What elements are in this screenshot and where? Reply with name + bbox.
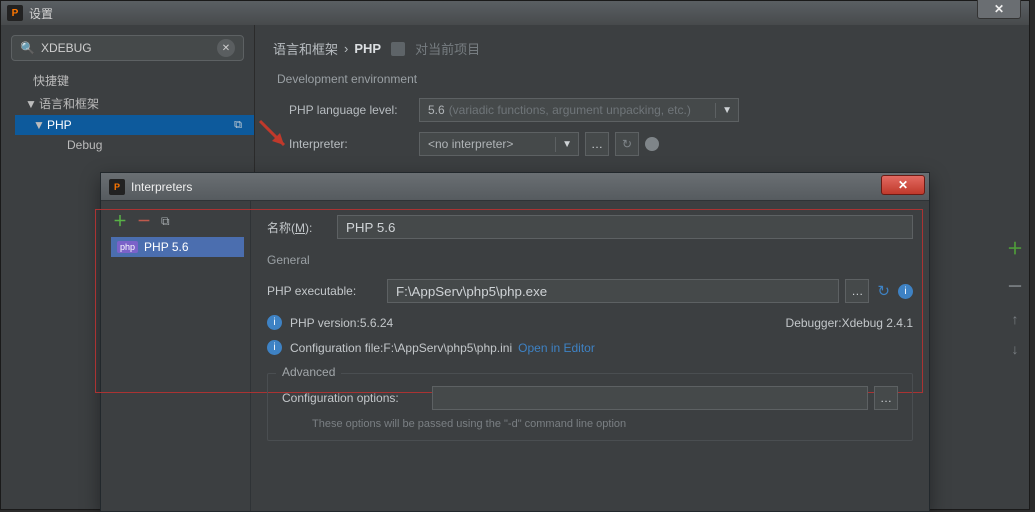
tree-item-shortcut[interactable]: 快捷键 — [15, 69, 254, 92]
lang-level-row: PHP language level: 5.6 (variadic functi… — [273, 98, 1011, 122]
settings-titlebar: P 设置 ✕ — [1, 1, 1029, 25]
php-version-line: i PHP version: 5.6.24 Debugger: Xdebug 2… — [267, 315, 913, 330]
lang-level-label: PHP language level: — [289, 103, 419, 117]
expand-icon: ▼ — [33, 118, 43, 132]
general-label: General — [267, 253, 913, 267]
advanced-label: Advanced — [276, 365, 341, 379]
version-value: 5.6.24 — [360, 316, 393, 330]
project-scope-icon — [391, 42, 405, 56]
tree-item-php[interactable]: ▼ PHP ⧉ — [15, 115, 254, 135]
remove-interpreter-icon[interactable]: － — [137, 211, 151, 231]
list-toolbar: ＋ － ⧉ — [111, 209, 250, 237]
chevron-down-icon: ▼ — [555, 137, 572, 152]
interpreter-browse-button[interactable]: … — [585, 132, 609, 156]
copy-interpreter-icon[interactable]: ⧉ — [161, 214, 170, 229]
interpreter-list-item[interactable]: php PHP 5.6 — [111, 237, 244, 257]
settings-search[interactable]: 🔍 ✕ — [11, 35, 244, 61]
name-row: 名称(M): — [267, 215, 913, 239]
tree-label: 快捷键 — [33, 72, 69, 89]
interpreter-select[interactable]: <no interpreter> ▼ — [419, 132, 579, 156]
gutter-add-icon[interactable]: ＋ — [1007, 235, 1023, 259]
config-options-label: Configuration options: — [282, 391, 432, 405]
config-options-browse-button[interactable]: … — [874, 386, 898, 410]
tree-item-lang-framework[interactable]: ▼ 语言和框架 — [15, 92, 254, 115]
add-interpreter-icon[interactable]: ＋ — [113, 211, 127, 231]
right-gutter: ＋ － ↑ ↓ — [1005, 235, 1025, 357]
info-icon — [645, 137, 659, 151]
crumb-a: 语言和框架 — [273, 39, 338, 58]
chevron-down-icon: ▼ — [715, 103, 732, 118]
dialog-close-button[interactable]: ✕ — [881, 175, 925, 195]
info-icon: i — [267, 315, 282, 330]
open-in-editor-link[interactable]: Open in Editor — [518, 341, 595, 355]
lang-level-value: 5.6 — [428, 103, 445, 117]
expand-icon: ▼ — [25, 97, 35, 111]
gutter-remove-icon[interactable]: － — [1007, 273, 1023, 297]
tree-label: PHP — [47, 118, 72, 132]
app-icon: P — [109, 179, 125, 195]
debugger-value: Xdebug 2.4.1 — [842, 316, 913, 330]
reload-icon[interactable]: ↻ — [615, 132, 639, 156]
interpreters-dialog: P Interpreters ✕ ＋ － ⧉ php PHP 5.6 名称(M)… — [100, 172, 930, 512]
project-scope-icon: ⧉ — [234, 119, 242, 132]
window-close-button[interactable]: ✕ — [977, 0, 1021, 19]
tree-item-debug[interactable]: Debug — [15, 135, 254, 155]
settings-title: 设置 — [29, 5, 53, 22]
config-options-row: Configuration options: … — [282, 386, 898, 410]
interpreter-value: <no interpreter> — [428, 137, 513, 151]
breadcrumb: 语言和框架 › PHP 对当前项目 — [273, 39, 1011, 58]
executable-row: PHP executable: … ↻ i — [267, 279, 913, 303]
interpreter-list-panel: ＋ － ⧉ php PHP 5.6 — [101, 201, 251, 511]
gutter-up-icon[interactable]: ↑ — [1012, 311, 1019, 327]
advanced-group: Advanced Configuration options: … These … — [267, 373, 913, 441]
config-value: F:\AppServ\php5\php.ini — [383, 341, 512, 355]
config-label: Configuration file: — [290, 341, 383, 355]
lang-level-select[interactable]: 5.6 (variadic functions, argument unpack… — [419, 98, 739, 122]
crumb-sep: › — [344, 41, 348, 56]
interpreter-detail-panel: 名称(M): General PHP executable: … ↻ i i P… — [251, 201, 929, 511]
interpreter-label: Interpreter: — [289, 137, 419, 151]
dev-env-label: Development environment — [277, 72, 1011, 86]
clear-search-icon[interactable]: ✕ — [217, 39, 235, 57]
settings-tree: 快捷键 ▼ 语言和框架 ▼ PHP ⧉ Debug — [1, 69, 254, 155]
gutter-down-icon[interactable]: ↓ — [1012, 341, 1019, 357]
version-label: PHP version: — [290, 316, 360, 330]
tree-label: 语言和框架 — [39, 95, 99, 112]
info-icon[interactable]: i — [898, 284, 913, 299]
executable-input[interactable] — [387, 279, 839, 303]
interpreter-row: Interpreter: <no interpreter> ▼ … ↻ — [273, 132, 1011, 156]
reload-icon[interactable]: ↻ — [877, 282, 890, 300]
list-item-label: PHP 5.6 — [144, 240, 188, 254]
config-options-hint: These options will be passed using the "… — [312, 418, 898, 430]
php-badge-icon: php — [117, 241, 138, 253]
name-input[interactable] — [337, 215, 913, 239]
crumb-b: PHP — [354, 41, 381, 56]
config-file-line: i Configuration file: F:\AppServ\php5\ph… — [267, 340, 913, 355]
config-options-input[interactable] — [432, 386, 868, 410]
info-icon: i — [267, 340, 282, 355]
name-label: 名称(M): — [267, 219, 337, 236]
tree-label: Debug — [67, 138, 102, 152]
app-icon: P — [7, 5, 23, 21]
executable-label: PHP executable: — [267, 284, 387, 298]
executable-browse-button[interactable]: … — [845, 279, 869, 303]
dialog-title: Interpreters — [131, 180, 192, 194]
dialog-titlebar: P Interpreters ✕ — [101, 173, 929, 201]
debugger-label: Debugger: — [786, 316, 842, 330]
search-input[interactable] — [41, 41, 217, 55]
lang-level-hint: (variadic functions, argument unpacking,… — [449, 103, 691, 117]
search-icon: 🔍 — [20, 41, 35, 55]
crumb-c: 对当前项目 — [415, 39, 480, 58]
